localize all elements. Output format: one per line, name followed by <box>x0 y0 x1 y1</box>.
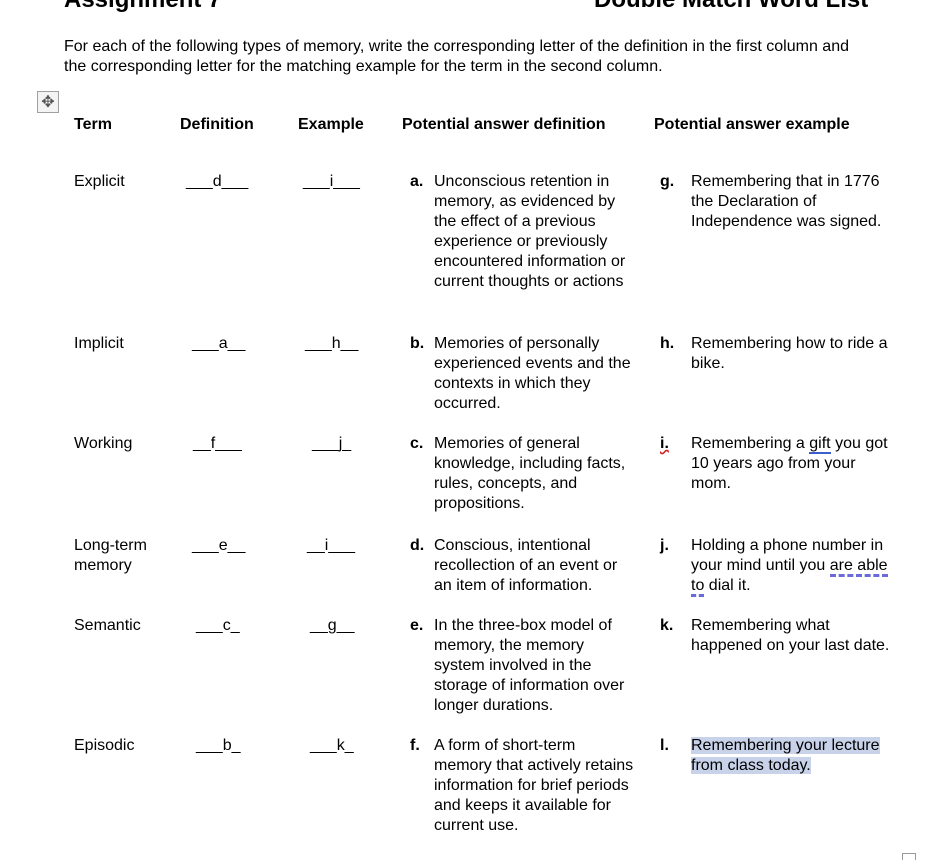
assignment-title: Assignment 7 <box>64 0 221 14</box>
definition-answer[interactable]: ___e__ <box>192 536 245 556</box>
item-text: Memories of personally experienced event… <box>434 335 631 412</box>
example-answer[interactable]: __i___ <box>307 536 355 556</box>
example-answer[interactable]: ___h__ <box>305 334 358 354</box>
instructions: For each of the following types of memor… <box>64 38 849 75</box>
column-header-example: Example <box>298 116 364 133</box>
item-letter: f. <box>410 737 420 754</box>
item-letter: i. <box>660 435 669 452</box>
item-letter: h. <box>660 335 675 352</box>
term-cell: Semantic <box>74 617 141 634</box>
selected-text[interactable]: Remembering your lecture from class toda… <box>691 737 880 774</box>
grammar-flagged-word: gift <box>809 435 831 454</box>
definition-answer[interactable]: ___b_ <box>196 736 241 756</box>
item-text: Holding a phone number in your mind unti… <box>691 536 896 597</box>
text-run: Remembering a <box>691 435 810 452</box>
item-letter: d. <box>410 537 425 554</box>
term-cell: Episodic <box>74 737 135 754</box>
item-text: Remembering a gift you got 10 years ago … <box>691 434 896 494</box>
item-text: Remembering your lecture from class toda… <box>691 736 896 776</box>
definition-answer[interactable]: ___a__ <box>192 334 245 354</box>
item-letter: l. <box>660 737 669 754</box>
definition-item-f: f. A form of short-term memory that acti… <box>410 736 634 836</box>
item-text: Remembering how to ride a bike. <box>691 335 888 372</box>
item-text: Memories of general knowledge, including… <box>434 435 626 512</box>
example-item-g: g. Remembering that in 1776 the Declarat… <box>660 172 896 232</box>
item-text: In the three-box model of memory, the me… <box>434 617 625 714</box>
example-item-j: j. Holding a phone number in your mind u… <box>660 536 896 597</box>
column-header-potential-definition: Potential answer definition <box>402 116 606 133</box>
item-letter: c. <box>410 435 424 452</box>
definition-item-d: d. Conscious, intentional recollection o… <box>410 536 634 596</box>
item-text: A form of short-term memory that activel… <box>434 737 634 834</box>
example-answer[interactable]: ___j_ <box>312 434 351 454</box>
example-answer[interactable]: __g__ <box>310 616 355 636</box>
term-cell: Explicit <box>74 173 125 190</box>
column-header-term: Term <box>74 116 112 133</box>
item-text: Unconscious retention in memory, as evid… <box>434 173 626 290</box>
definition-item-a: a. Unconscious retention in memory, as e… <box>410 172 634 292</box>
item-text: Conscious, intentional recollection of a… <box>434 537 618 594</box>
definition-answer[interactable]: ___c_ <box>196 616 240 636</box>
term-cell: Implicit <box>74 335 124 352</box>
term-cell: Long-term memory <box>74 537 147 574</box>
definition-answer[interactable]: ___d___ <box>186 172 248 192</box>
worksheet-title: Double Match Word List <box>594 0 868 14</box>
item-letter: g. <box>660 173 675 190</box>
table-move-handle[interactable]: ✥ <box>37 91 59 113</box>
item-letter: e. <box>410 617 424 634</box>
example-item-l: l. Remembering your lecture from class t… <box>660 736 896 776</box>
column-header-potential-example: Potential answer example <box>654 116 850 133</box>
example-answer[interactable]: ___k_ <box>310 736 354 756</box>
item-text: Remembering what happened on your last d… <box>691 617 890 654</box>
definition-item-c: c. Memories of general knowledge, includ… <box>410 434 634 514</box>
definition-item-b: b. Memories of personally experienced ev… <box>410 334 634 414</box>
item-letter: b. <box>410 335 425 352</box>
table-resize-handle[interactable] <box>902 853 916 860</box>
text-run: dial it. <box>704 577 751 594</box>
example-answer[interactable]: ___i___ <box>303 172 360 192</box>
item-letter: j. <box>660 537 669 554</box>
example-item-i: i. Remembering a gift you got 10 years a… <box>660 434 896 494</box>
definition-answer[interactable]: __f___ <box>193 434 242 454</box>
item-letter: k. <box>660 617 674 634</box>
example-item-k: k. Remembering what happened on your las… <box>660 616 896 656</box>
move-arrows-icon: ✥ <box>41 94 55 111</box>
item-text: Remembering that in 1776 the Declaration… <box>691 173 882 230</box>
item-letter: a. <box>410 173 424 190</box>
example-item-h: h. Remembering how to ride a bike. <box>660 334 896 374</box>
definition-item-e: e. In the three-box model of memory, the… <box>410 616 634 716</box>
term-cell: Working <box>74 435 133 452</box>
column-header-definition: Definition <box>180 116 254 133</box>
